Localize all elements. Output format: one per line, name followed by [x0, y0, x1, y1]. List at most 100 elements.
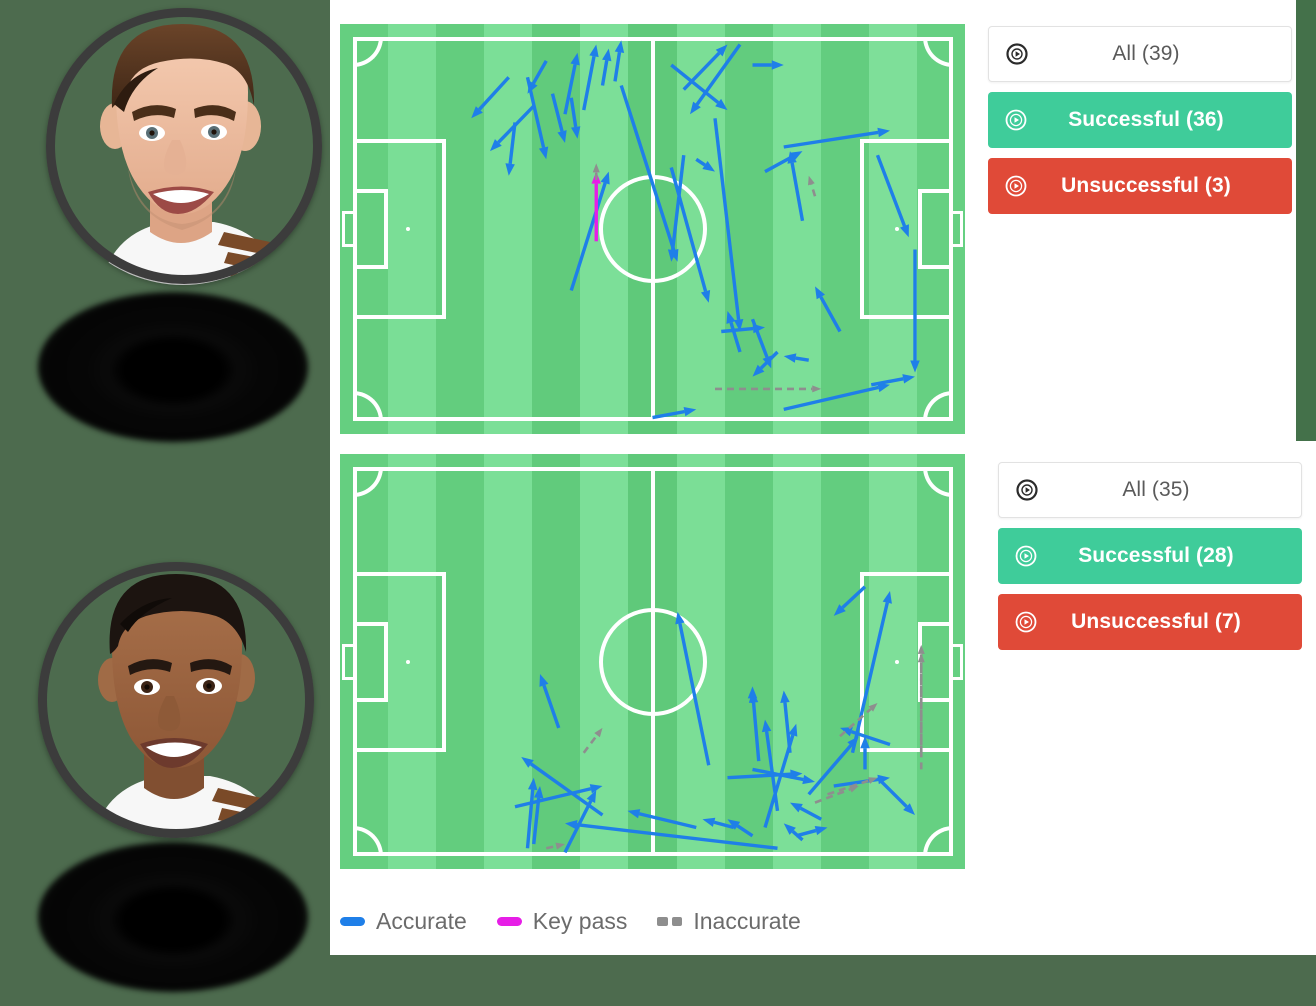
- pass-arrowhead: [627, 809, 641, 819]
- pass-line: [550, 93, 564, 132]
- pass-line: [638, 812, 697, 830]
- filter-panel-top: All (39) Successful (36) Unsuccessful (3…: [988, 26, 1292, 224]
- pass-arrowhead: [917, 644, 925, 654]
- pass-arrowhead: [683, 406, 697, 417]
- pass-arrowhead: [726, 311, 736, 324]
- pass-line: [652, 409, 685, 420]
- pass-arrowhead: [570, 52, 580, 66]
- filter-unsuccessful-bottom[interactable]: Unsuccessful (7): [998, 594, 1302, 650]
- pass-arrowhead: [589, 784, 603, 794]
- filter-successful-top[interactable]: Successful (36): [988, 92, 1292, 148]
- play-circle-icon: [1016, 479, 1038, 501]
- pass-arrowhead: [802, 774, 815, 785]
- pass-arrowhead: [780, 690, 790, 703]
- pass-arrowhead: [702, 817, 716, 827]
- portrait-shadow-icon: [38, 842, 308, 992]
- pass-arrowhead: [771, 60, 784, 70]
- pass-line: [531, 60, 548, 85]
- pass-arrowhead: [592, 163, 600, 173]
- pass-line: [545, 844, 557, 850]
- pass-arrowhead: [527, 777, 538, 791]
- filter-panel-bottom: All (35) Successful (28) Unsuccessful (7…: [998, 462, 1302, 660]
- filter-unsuccessful-bottom-label: Unsuccessful (7): [1071, 610, 1241, 633]
- pass-line: [795, 356, 810, 362]
- legend-item-inaccurate: Inaccurate: [657, 907, 801, 935]
- inaccurate-swatch-icon: [657, 916, 683, 926]
- legend-label-inaccurate: Inaccurate: [693, 907, 801, 934]
- pass-arrowhead: [594, 727, 603, 738]
- filter-successful-bottom-label: Successful (28): [1078, 544, 1234, 567]
- pass-line: [682, 51, 721, 91]
- pass-line: [736, 824, 754, 838]
- pass-line: [799, 806, 823, 821]
- pass-arrowhead: [808, 175, 815, 186]
- portrait-ring-bottom: [38, 562, 314, 838]
- pass-arrowhead: [555, 842, 565, 850]
- legend-label-accurate: Accurate: [376, 907, 467, 934]
- pass-line: [819, 296, 842, 333]
- pass-line: [764, 155, 793, 174]
- pass-arrowhead: [614, 40, 625, 53]
- right-edge-strip: [1296, 0, 1316, 441]
- pass-arrowhead: [602, 48, 612, 62]
- accurate-swatch-icon: [340, 916, 365, 926]
- pass-arrowhead: [882, 590, 892, 604]
- pass-line: [582, 734, 599, 754]
- pass-arrowhead: [761, 719, 772, 733]
- pass-line: [875, 154, 907, 227]
- filter-successful-bottom[interactable]: Successful (28): [998, 528, 1302, 584]
- pass-arrowhead: [814, 825, 828, 836]
- pass-arrowhead: [570, 126, 581, 139]
- pass-line: [807, 744, 853, 796]
- pitch-surface: [340, 24, 965, 434]
- pass-line: [525, 789, 535, 849]
- filter-all-bottom[interactable]: All (35): [998, 462, 1302, 518]
- pass-line: [783, 385, 879, 412]
- pass-line: [695, 157, 706, 167]
- pass-arrowhead: [538, 146, 549, 160]
- pitch-surface: [340, 454, 965, 869]
- pass-line: [783, 130, 879, 149]
- pass-map-pitch-bottom[interactable]: [340, 454, 965, 869]
- pass-line: [613, 52, 622, 82]
- pass-line: [569, 97, 578, 128]
- player-portrait-top[interactable]: [28, 0, 322, 442]
- filter-successful-top-label: Successful (36): [1068, 108, 1224, 131]
- legend-item-accurate: Accurate: [340, 908, 467, 935]
- pass-line: [751, 702, 761, 762]
- pass-line: [810, 183, 817, 197]
- filter-all-top[interactable]: All (39): [988, 26, 1292, 82]
- pass-line: [478, 76, 511, 111]
- pass-arrowhead: [557, 130, 567, 143]
- pass-line: [569, 182, 607, 292]
- legend-item-key-pass: Key pass: [496, 908, 627, 935]
- pass-arrowhead: [783, 353, 797, 363]
- filter-all-top-label: All (39): [1112, 42, 1180, 65]
- pass-arrowhead: [586, 790, 597, 804]
- pass-arrows-top: [471, 40, 920, 420]
- pass-arrowhead: [700, 289, 711, 303]
- pass-line: [850, 602, 889, 754]
- legend: Accurate Key pass Inaccurate: [340, 900, 860, 942]
- bottom-edge-band: [330, 955, 1316, 1006]
- pass-line: [750, 318, 769, 358]
- filter-unsuccessful-top[interactable]: Unsuccessful (3): [988, 158, 1292, 214]
- filter-unsuccessful-top-label: Unsuccessful (3): [1061, 174, 1231, 197]
- pass-map-pitch-top[interactable]: [340, 24, 965, 434]
- pass-arrowhead: [812, 385, 822, 393]
- pass-arrowhead: [900, 224, 909, 238]
- player-portrait-bottom[interactable]: [28, 550, 318, 992]
- pass-line: [582, 55, 596, 111]
- pass-arrowhead: [849, 785, 859, 793]
- portrait-ring-top: [46, 8, 322, 284]
- filter-all-bottom-label: All (35): [1122, 478, 1190, 501]
- pass-line: [600, 60, 609, 86]
- play-circle-icon: [1006, 43, 1028, 65]
- pass-arrowhead: [917, 653, 925, 663]
- key-pass-swatch-icon: [496, 916, 522, 926]
- pass-arrowhead: [539, 673, 549, 687]
- pass-line: [814, 787, 851, 804]
- pass-line: [542, 684, 561, 729]
- pass-arrowhead: [877, 127, 890, 138]
- pass-arrowhead: [790, 802, 803, 813]
